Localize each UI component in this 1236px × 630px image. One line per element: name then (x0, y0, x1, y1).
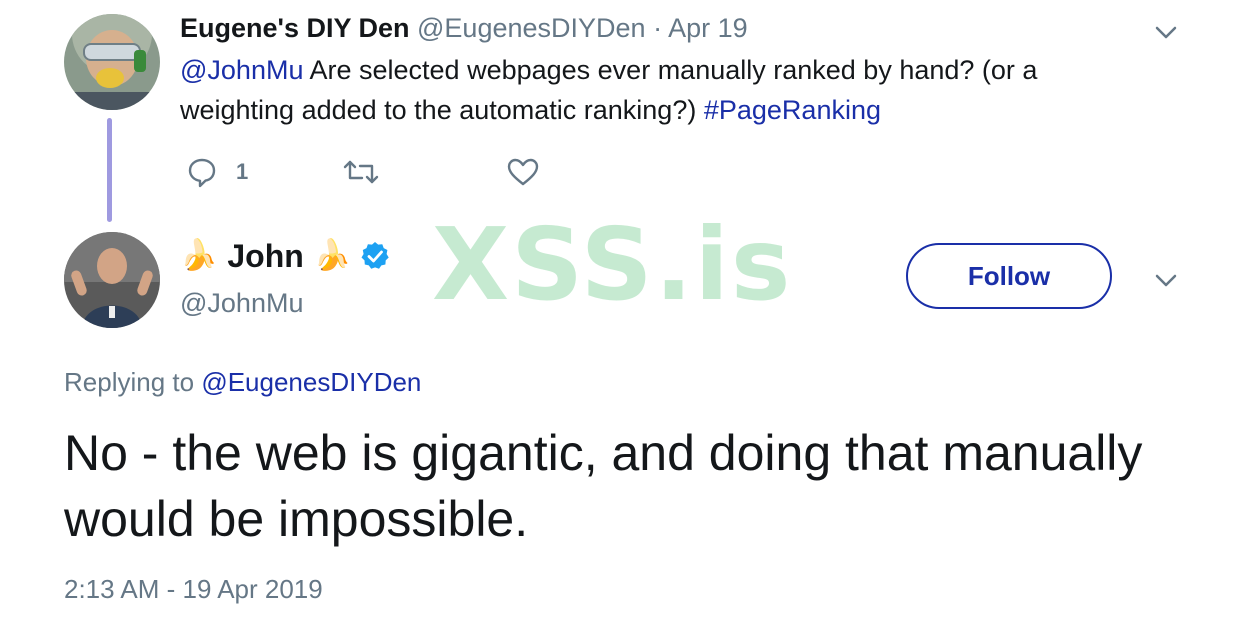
reply-bubble-icon (186, 156, 218, 188)
parent-text-line1: Are selected webpages ever manually rank… (309, 55, 1038, 85)
banana-emoji-left: 🍌 (180, 239, 218, 272)
reply-author-name[interactable]: John (227, 238, 303, 275)
reply-tweet-text: No - the web is gigantic, and doing that… (64, 425, 1143, 547)
replying-to-line: Replying to @EugenesDIYDen (64, 367, 421, 398)
like-action[interactable] (506, 152, 540, 192)
chevron-down-icon[interactable] (1152, 18, 1180, 46)
watermark: XSS.is (432, 206, 793, 323)
parent-text-line2: weighting added to the automatic ranking… (180, 95, 697, 125)
hashtag-link[interactable]: #PageRanking (704, 95, 881, 125)
replying-to-link[interactable]: @EugenesDIYDen (201, 367, 421, 397)
reply-author-name-row[interactable]: 🍌 John 🍌 (180, 232, 391, 280)
reply-timestamp[interactable]: 2:13 AM - 19 Apr 2019 (64, 574, 323, 605)
mention-link[interactable]: @JohnMu (180, 55, 303, 85)
parent-author-name[interactable]: Eugene's DIY Den (180, 13, 410, 43)
reply-author-handle[interactable]: @JohnMu (180, 288, 303, 319)
verified-badge-icon (359, 240, 391, 272)
retweet-action[interactable] (342, 152, 380, 192)
parent-tweet-date[interactable]: Apr 19 (668, 13, 748, 43)
follow-button[interactable]: Follow (906, 243, 1112, 309)
reply-action[interactable]: 1 (186, 152, 248, 192)
reply-avatar[interactable] (64, 232, 160, 328)
heart-icon (506, 156, 540, 188)
replying-prefix: Replying to (64, 367, 195, 397)
parent-avatar[interactable] (64, 14, 160, 110)
parent-author-handle[interactable]: @EugenesDIYDen (417, 13, 646, 43)
parent-tweet-text: @JohnMu Are selected webpages ever manua… (180, 50, 1140, 130)
parent-tweet-header: Eugene's DIY Den @EugenesDIYDen · Apr 19 (180, 10, 748, 46)
header-separator: · (653, 13, 663, 43)
thread-connector-line (107, 118, 112, 222)
banana-emoji-right: 🍌 (313, 239, 352, 272)
reply-count: 1 (236, 159, 249, 184)
chevron-down-icon[interactable] (1152, 266, 1180, 294)
retweet-icon (342, 156, 380, 188)
